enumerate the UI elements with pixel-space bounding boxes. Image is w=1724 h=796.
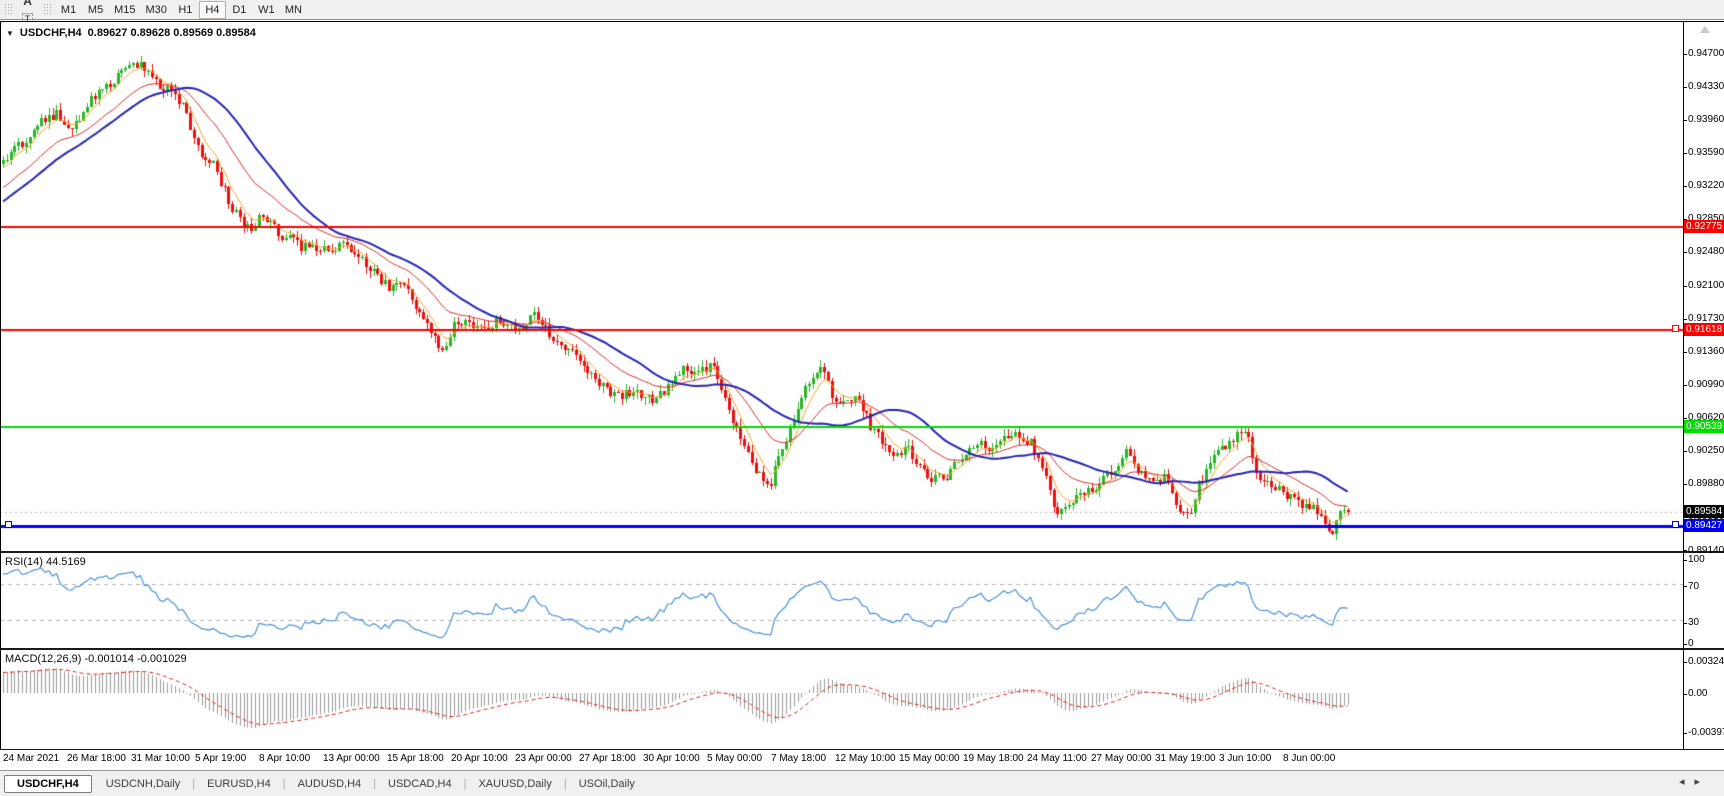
tab-separator: | [192, 777, 196, 790]
text-icon: A [23, 0, 32, 8]
time-label: 8 Jun 00:00 [1283, 753, 1336, 764]
price-tick-label: 0.90990 [1682, 379, 1724, 391]
tab-usoil[interactable]: USOil,Daily [569, 775, 645, 793]
time-label: 13 Apr 00:00 [323, 753, 380, 764]
time-label: 3 Jun 10:00 [1219, 753, 1272, 764]
tab-separator: | [563, 777, 567, 790]
rsi-panel: RSI(14) 44.5169 [0, 553, 1724, 648]
line-handle[interactable] [1672, 325, 1679, 333]
main-chart-panel: ▼ USDCHF,H4 0.89627 0.89628 0.89569 0.89… [0, 21, 1724, 551]
tab-separator: | [373, 777, 377, 790]
time-label: 26 Mar 18:00 [67, 753, 126, 764]
tab-xauusd[interactable]: XAUUSD,Daily [468, 775, 561, 793]
tab-usdchf[interactable]: USDCHF,H4 [4, 774, 92, 793]
time-label: 24 May 11:00 [1027, 753, 1087, 764]
chart-title: ▼ USDCHF,H4 0.89627 0.89628 0.89569 0.89… [6, 27, 256, 39]
hline-label: 0.91618 [1684, 323, 1724, 337]
main-chart-canvas[interactable] [0, 22, 1683, 551]
time-label: 20 Apr 10:00 [451, 753, 508, 764]
time-label: 27 Apr 18:00 [579, 753, 636, 764]
tab-usdcad[interactable]: USDCAD,H4 [378, 775, 462, 793]
time-label: 12 May 10:00 [835, 753, 896, 764]
chart-ohlc: 0.89627 0.89628 0.89569 0.89584 [87, 27, 256, 39]
rsi-tick-label: 70 [1682, 580, 1700, 592]
price-tick-label: 0.93960 [1682, 114, 1724, 126]
time-label: 24 Mar 2021 [3, 753, 60, 764]
macd-label: MACD(12,26,9) -0.001014 -0.001029 [5, 653, 187, 665]
hline-label: 0.90539 [1684, 419, 1724, 433]
toolbar: FAT▴▾▾ M1M5M15M30H1H4D1W1MN [0, 0, 1724, 41]
line-handle[interactable] [1672, 520, 1679, 528]
macd-canvas[interactable] [0, 650, 1683, 749]
hline-label: 0.92775 [1684, 219, 1724, 233]
price-tick-label: 0.90250 [1682, 445, 1724, 457]
time-axis[interactable]: 24 Mar 2021 26 Mar 18:00 31 Mar 10:00 5 Apr… [0, 750, 1724, 770]
chart-symbol: USDCHF,H4 [19, 27, 82, 39]
price-tick-label: 0.94700 [1682, 48, 1724, 59]
text-icon-button[interactable]: A [16, 0, 39, 10]
time-label: 30 Apr 10:00 [643, 753, 700, 764]
time-label: 5 Apr 19:00 [195, 753, 247, 764]
timeframe-m15[interactable]: M15 [109, 1, 140, 19]
rsi-tick-label: 100 [1683, 554, 1705, 565]
time-label: 15 May 00:00 [899, 753, 960, 764]
time-label: 8 Apr 10:00 [259, 753, 311, 764]
current-price-label: 0.89584 [1684, 504, 1724, 518]
rsi-tick-label: 30 [1682, 617, 1700, 629]
scroll-to-end-icon[interactable] [1700, 26, 1710, 33]
toolbar-grip[interactable] [4, 3, 12, 16]
macd-tick-label: 0.003241 [1683, 656, 1724, 667]
price-tick-label: 0.91360 [1682, 346, 1724, 358]
symbol-dropdown-icon[interactable]: ▼ [6, 29, 14, 38]
chart-left-border [0, 21, 1, 750]
timeframe-m1[interactable]: M1 [55, 1, 82, 19]
time-label: 5 May 00:00 [707, 753, 763, 764]
tab-scroll-arrows[interactable]: ◂▸ [1679, 775, 1710, 788]
price-tick-label: 0.94330 [1682, 81, 1724, 93]
time-label: 15 Apr 18:00 [387, 753, 444, 764]
time-label: 31 Mar 10:00 [131, 753, 190, 764]
tab-separator: | [463, 777, 467, 790]
price-tick-label: 0.92100 [1682, 280, 1724, 292]
tab-usdcnh[interactable]: USDCNH,Daily [96, 775, 191, 793]
tab-separator: | [282, 777, 286, 790]
timeframe-h1[interactable]: H1 [172, 1, 199, 19]
macd-tick-label: 0.00 [1682, 688, 1708, 699]
tab-eurusd[interactable]: EURUSD,H4 [197, 775, 281, 793]
timeframe-w1[interactable]: W1 [253, 1, 280, 19]
timeframe-m5[interactable]: M5 [82, 1, 109, 19]
time-label: 31 May 19:00 [1155, 753, 1216, 764]
price-tick-label: 0.93590 [1682, 147, 1724, 159]
price-tick-label: 0.93220 [1682, 180, 1724, 192]
rsi-label: RSI(14) 44.5169 [5, 556, 86, 568]
chart-tab-bar: USDCHF,H4 USDCNH,Daily | EURUSD,H4 | AUDUSD,H… [0, 770, 1724, 796]
time-label: 27 May 00:00 [1091, 753, 1152, 764]
toolbar-grip-2[interactable] [43, 3, 52, 16]
macd-tick-label: -0.00397 [1682, 727, 1724, 738]
macd-panel: MACD(12,26,9) -0.001014 -0.001029 [0, 650, 1724, 749]
rsi-canvas[interactable] [0, 553, 1683, 648]
timeframe-h4[interactable]: H4 [198, 0, 226, 19]
timeframe-m30[interactable]: M30 [140, 1, 171, 19]
time-label: 7 May 18:00 [771, 753, 827, 764]
price-tick-label: 0.92480 [1682, 246, 1724, 258]
tab-audusd[interactable]: AUDUSD,H4 [288, 775, 372, 793]
time-label: 23 Apr 00:00 [515, 753, 572, 764]
hline-label: 0.89427 [1684, 518, 1724, 532]
line-handle[interactable] [5, 520, 12, 528]
timeframe-d1[interactable]: D1 [226, 1, 253, 19]
rsi-tick-label: 0 [1683, 638, 1694, 649]
price-tick-label: 0.89880 [1682, 478, 1724, 490]
time-label: 19 May 18:00 [963, 753, 1024, 764]
timeframe-mn[interactable]: MN [280, 1, 307, 19]
mt4-window: FAT▴▾▾ M1M5M15M30H1H4D1W1MN ▼ USDCHF,H4 … [0, 0, 1724, 796]
